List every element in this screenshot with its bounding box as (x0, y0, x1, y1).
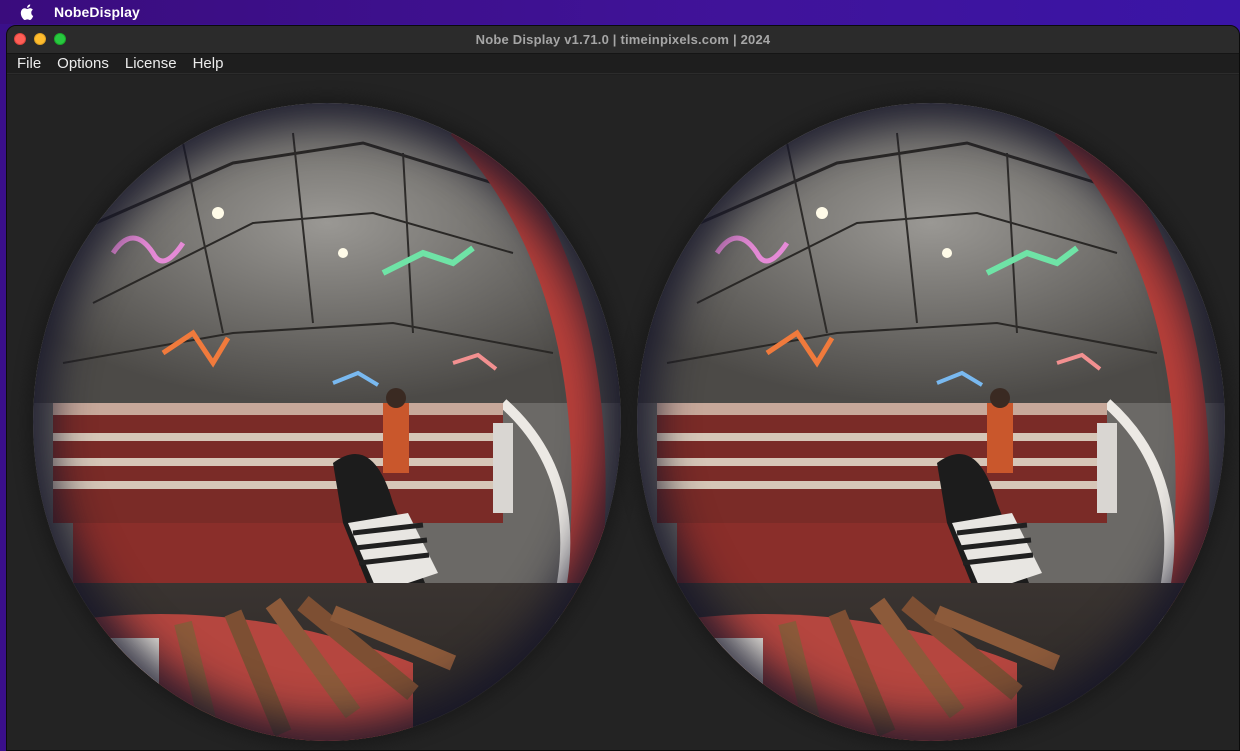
window-titlebar[interactable]: Nobe Display v1.71.0 | timeinpixels.com … (7, 26, 1239, 54)
window-title: Nobe Display v1.71.0 | timeinpixels.com … (475, 32, 771, 47)
system-menubar: NobeDisplay (0, 0, 1240, 24)
app-window: Nobe Display v1.71.0 | timeinpixels.com … (6, 25, 1240, 751)
right-eye-fisheye-view[interactable] (637, 103, 1225, 741)
apple-logo-icon[interactable] (18, 2, 38, 22)
minimize-button[interactable] (34, 33, 46, 45)
stereo-viewport[interactable] (7, 75, 1239, 750)
system-app-name[interactable]: NobeDisplay (54, 4, 140, 20)
close-button[interactable] (14, 33, 26, 45)
traffic-lights (14, 33, 66, 45)
menu-license[interactable]: License (125, 55, 177, 72)
left-eye-fisheye-view[interactable] (33, 103, 621, 741)
app-menubar: File Options License Help (7, 54, 1239, 74)
menu-options[interactable]: Options (57, 55, 109, 72)
menu-help[interactable]: Help (193, 55, 224, 72)
menu-file[interactable]: File (17, 55, 41, 72)
zoom-button[interactable] (54, 33, 66, 45)
